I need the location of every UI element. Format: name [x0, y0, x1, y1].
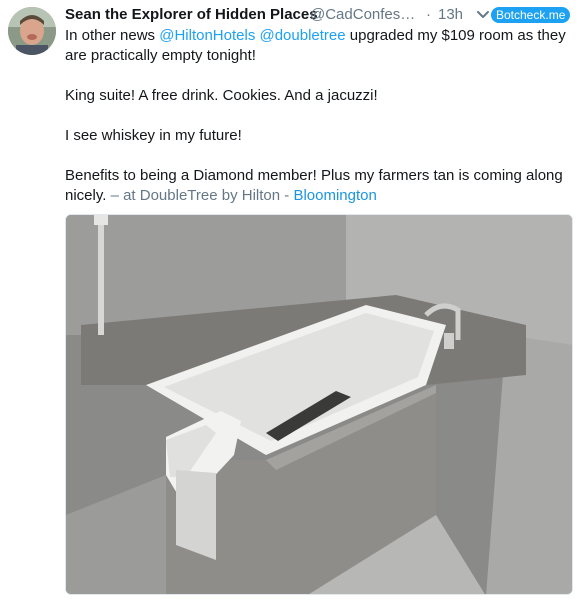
tweet-header: Sean the Explorer of Hidden Places @CadC…	[65, 4, 575, 26]
tweet: Sean the Explorer of Hidden Places @CadC…	[0, 0, 579, 603]
tweet-paragraph-2: King suite! A free drink. Cookies. And a…	[65, 87, 378, 104]
mention-hiltonhotels[interactable]: @HiltonHotels	[159, 27, 255, 44]
separator-dot: ·	[426, 6, 431, 23]
display-name[interactable]: Sean the Explorer of Hidden Places	[65, 4, 318, 26]
mention-doubletree[interactable]: @doubletree	[259, 27, 345, 44]
location-link[interactable]: Bloomington	[293, 187, 376, 204]
tweet-text: In other news @HiltonHotels @doubletree …	[65, 26, 570, 206]
tweet-paragraph-1: In other news @HiltonHotels @doubletree …	[65, 26, 570, 66]
text-fragment: In other news	[65, 27, 160, 44]
tweet-paragraph-4: Benefits to being a Diamond member! Plus…	[65, 166, 570, 206]
bathtub-photo	[66, 215, 572, 594]
avatar[interactable]	[8, 7, 56, 55]
timestamp[interactable]: 13h	[438, 4, 463, 26]
tweet-paragraph-3: I see whiskey in my future!	[65, 127, 242, 144]
location-prefix[interactable]: – at DoubleTree by Hilton -	[106, 187, 293, 204]
tweet-photo[interactable]	[65, 214, 573, 595]
chevron-down-icon[interactable]	[476, 5, 490, 25]
avatar-photo	[8, 7, 56, 55]
user-handle[interactable]: @CadConfessi…	[310, 4, 420, 26]
botcheck-badge[interactable]: Botcheck.me	[491, 7, 571, 23]
